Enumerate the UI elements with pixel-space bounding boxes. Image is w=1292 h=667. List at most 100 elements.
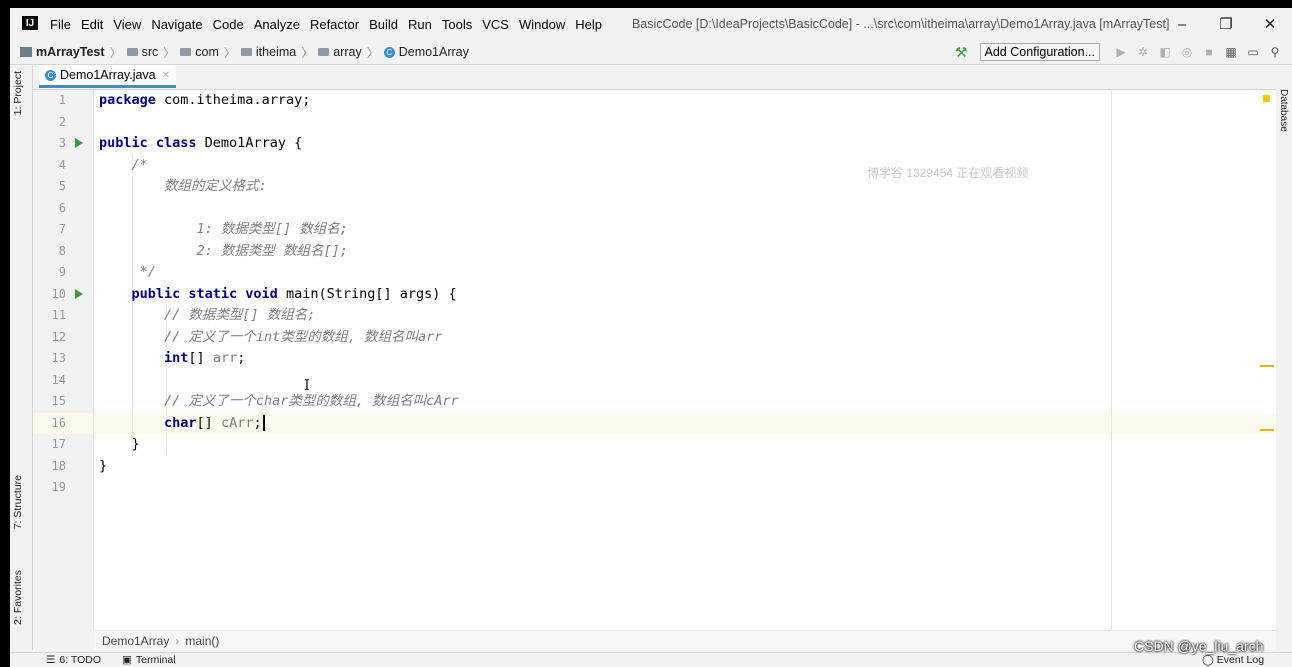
- right-margin-guide: [1111, 90, 1112, 630]
- coverage-icon[interactable]: ◧: [1154, 45, 1176, 59]
- event-log-label: Event Log: [1216, 654, 1265, 666]
- warning-stripe-marker[interactable]: [1260, 429, 1274, 431]
- search-icon[interactable]: ⚲: [1264, 45, 1286, 59]
- menu-navigate[interactable]: Navigate: [151, 17, 202, 32]
- current-line-highlight: [94, 412, 1276, 434]
- restore-icon[interactable]: ❐: [1204, 8, 1248, 40]
- menu-view[interactable]: View: [113, 17, 141, 32]
- code-line-7: 1: 数据类型[] 数组名;: [99, 221, 348, 237]
- terminal-tool-button[interactable]: ▣ Terminal: [122, 654, 176, 666]
- text-caret: [262, 414, 265, 431]
- line-number: 13: [51, 351, 66, 365]
- code-line-9: */: [99, 264, 156, 280]
- warning-stripe-marker[interactable]: [1260, 365, 1274, 367]
- crumb-itheima[interactable]: itheima: [240, 45, 296, 59]
- crumb-array[interactable]: array: [318, 45, 362, 59]
- code-editor[interactable]: 博学谷 1329454 正在观看视频 package com.itheima.a…: [94, 90, 1276, 630]
- run-class-icon[interactable]: [75, 138, 83, 148]
- close-tab-icon[interactable]: ✕: [162, 70, 170, 81]
- menu-vcs[interactable]: VCS: [482, 17, 509, 32]
- chevron-right-icon: 〉: [109, 45, 122, 60]
- folder-icon: [126, 48, 138, 56]
- menu-window[interactable]: Window: [519, 17, 565, 32]
- crumb-project-label: mArrayTest: [36, 45, 105, 59]
- line-number: 5: [58, 179, 66, 193]
- run-icon[interactable]: ▶: [1110, 45, 1132, 59]
- run-toolbar: ⚒ Add Configuration... ▶ ✲ ◧ ◎ ■ ▦ ▭ ⚲: [955, 40, 1286, 64]
- gutter-line: 18: [33, 456, 93, 478]
- gutter-line: 7: [33, 219, 93, 241]
- line-number: 16: [51, 415, 66, 430]
- line-number: 6: [58, 200, 66, 215]
- menu-analyze[interactable]: Analyze: [254, 17, 300, 32]
- line-number: 14: [51, 372, 66, 387]
- gutter-line: 9: [33, 262, 107, 284]
- code-line-5: 数组的定义格式:: [99, 178, 267, 194]
- line-number: 12: [51, 329, 66, 344]
- todo-label: 6: TODO: [59, 654, 102, 666]
- tool-tab-structure[interactable]: 7: Structure: [12, 475, 24, 529]
- debug-icon[interactable]: ✲: [1132, 45, 1154, 59]
- line-number: 9: [58, 265, 66, 279]
- tab-demo1array[interactable]: C Demo1Array.java ✕: [39, 65, 177, 88]
- profile-icon[interactable]: ◎: [1176, 45, 1198, 59]
- minimize-icon[interactable]: –: [1160, 8, 1204, 40]
- tool-tab-favorites[interactable]: 2: Favorites: [12, 570, 24, 625]
- menu-run[interactable]: Run: [408, 17, 432, 32]
- code-line-1: package com.itheima.array;: [99, 92, 311, 108]
- gutter-line: 6: [33, 198, 93, 220]
- layout-icon[interactable]: ▭: [1242, 45, 1264, 59]
- run-main-icon[interactable]: [75, 288, 83, 299]
- breadcrumb-class[interactable]: Demo1Array: [102, 634, 169, 648]
- menu-help[interactable]: Help: [575, 17, 602, 32]
- event-log-button[interactable]: ◯ Event Log: [1202, 654, 1264, 666]
- close-icon[interactable]: ✕: [1248, 8, 1292, 40]
- code-line-12: // 定义了一个int类型的数组, 数组名叫arr: [99, 328, 443, 345]
- code-line-13: int[] arr;: [164, 350, 246, 366]
- line-number: 4: [58, 157, 66, 172]
- code-line-8: 2: 数据类型 数组名[];: [99, 242, 348, 259]
- crumb-array-label: array: [333, 45, 362, 59]
- editor-gutter: 1 2 3 4 5 6 7 8 9 10 11 12 13 14 15 16 1…: [33, 90, 107, 630]
- gutter-line: 11: [33, 305, 107, 327]
- line-number: 17: [51, 437, 66, 451]
- window-controls: – ❐ ✕: [1160, 8, 1292, 40]
- menu-refactor[interactable]: Refactor: [310, 17, 359, 32]
- menu-bar: IJ File Edit View Navigate Code Analyze …: [10, 8, 1292, 40]
- add-configuration-button[interactable]: Add Configuration...: [979, 43, 1100, 61]
- chevron-right-icon: 〉: [366, 45, 379, 60]
- crumb-com[interactable]: com: [180, 45, 219, 59]
- menu-build[interactable]: Build: [369, 17, 398, 32]
- project-icon: [20, 47, 32, 57]
- menu-tools[interactable]: Tools: [442, 17, 472, 32]
- chevron-right-icon: 〉: [163, 45, 176, 60]
- menu-code[interactable]: Code: [213, 17, 244, 32]
- tool-tab-project[interactable]: 1: Project: [12, 71, 24, 115]
- crumb-src-label: src: [141, 45, 159, 59]
- stop-icon[interactable]: ■: [1198, 45, 1220, 59]
- crumb-src[interactable]: src: [126, 45, 159, 59]
- line-number: 1: [58, 93, 66, 107]
- crumb-project[interactable]: mArrayTest: [36, 45, 105, 59]
- gutter-line: 14: [33, 370, 93, 392]
- project-structure-icon[interactable]: ▦: [1220, 45, 1242, 59]
- gutter-line: 19: [33, 477, 93, 499]
- gutter-line: 16: [33, 412, 93, 434]
- line-number: 2: [58, 114, 66, 129]
- gutter-line: 13: [33, 348, 93, 370]
- tool-tab-database[interactable]: Database: [1278, 89, 1289, 132]
- menu-file[interactable]: File: [50, 17, 71, 32]
- menu-edit[interactable]: Edit: [81, 17, 103, 32]
- build-hammer-icon[interactable]: ⚒: [955, 44, 968, 61]
- crumb-class[interactable]: C Demo1Array: [383, 45, 469, 59]
- gutter-line: 1: [33, 90, 93, 112]
- breadcrumb-method[interactable]: main(): [185, 634, 219, 648]
- keyword: package: [99, 92, 156, 108]
- code-line-15: // 定义了一个char类型的数组, 数组名叫cArr: [99, 393, 459, 409]
- line-number: 11: [51, 308, 66, 322]
- code-line-16: char[] cArr;: [99, 413, 265, 435]
- video-watermark: 博学谷 1329454 正在观看视频: [867, 166, 1029, 180]
- unused-variable: cArr: [220, 414, 254, 431]
- inspection-status-icon[interactable]: [1263, 95, 1270, 102]
- todo-tool-button[interactable]: ☰ 6: TODO: [46, 654, 101, 666]
